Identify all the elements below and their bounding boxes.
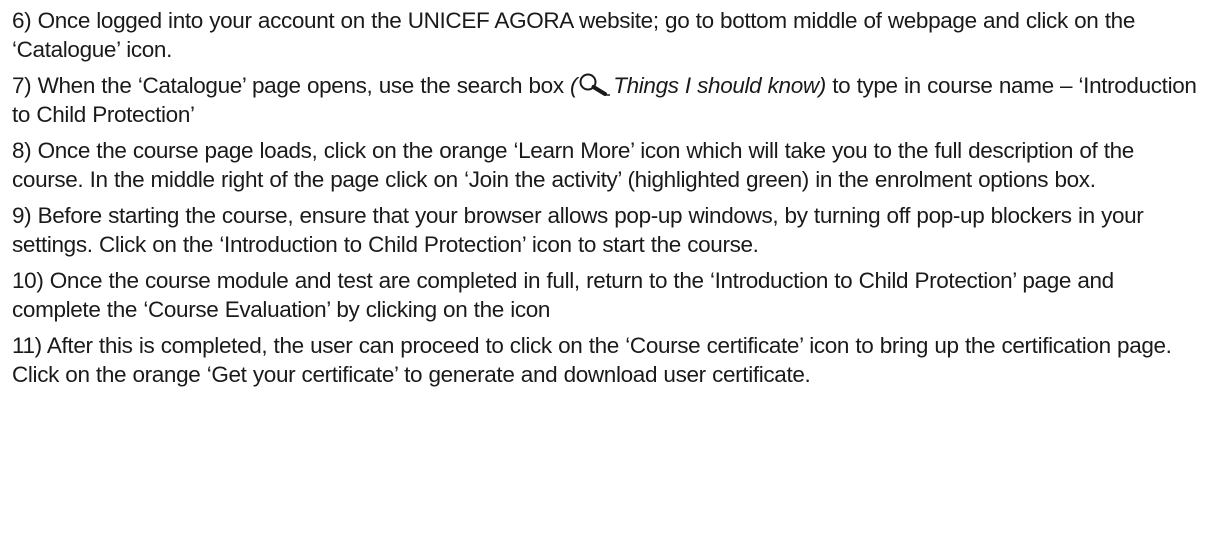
step-7-text-start: 7) When the ‘Catalogue’ page opens, use … xyxy=(12,73,571,98)
step-10: 10) Once the course module and test are … xyxy=(12,268,1114,322)
step-7-paren-open: ( xyxy=(570,73,578,98)
step-7-italic-text: Things I should know) xyxy=(613,73,826,98)
step-8: 8) Once the course page loads, click on … xyxy=(12,138,1134,192)
step-11: 11) After this is completed, the user ca… xyxy=(12,333,1172,387)
step-6: 6) Once logged into your account on the … xyxy=(12,8,1135,62)
search-icon xyxy=(577,72,613,96)
step-9: 9) Before starting the course, ensure th… xyxy=(12,203,1144,257)
instruction-document: 6) Once logged into your account on the … xyxy=(12,6,1202,396)
step-7: 7) When the ‘Catalogue’ page opens, use … xyxy=(12,71,1202,129)
